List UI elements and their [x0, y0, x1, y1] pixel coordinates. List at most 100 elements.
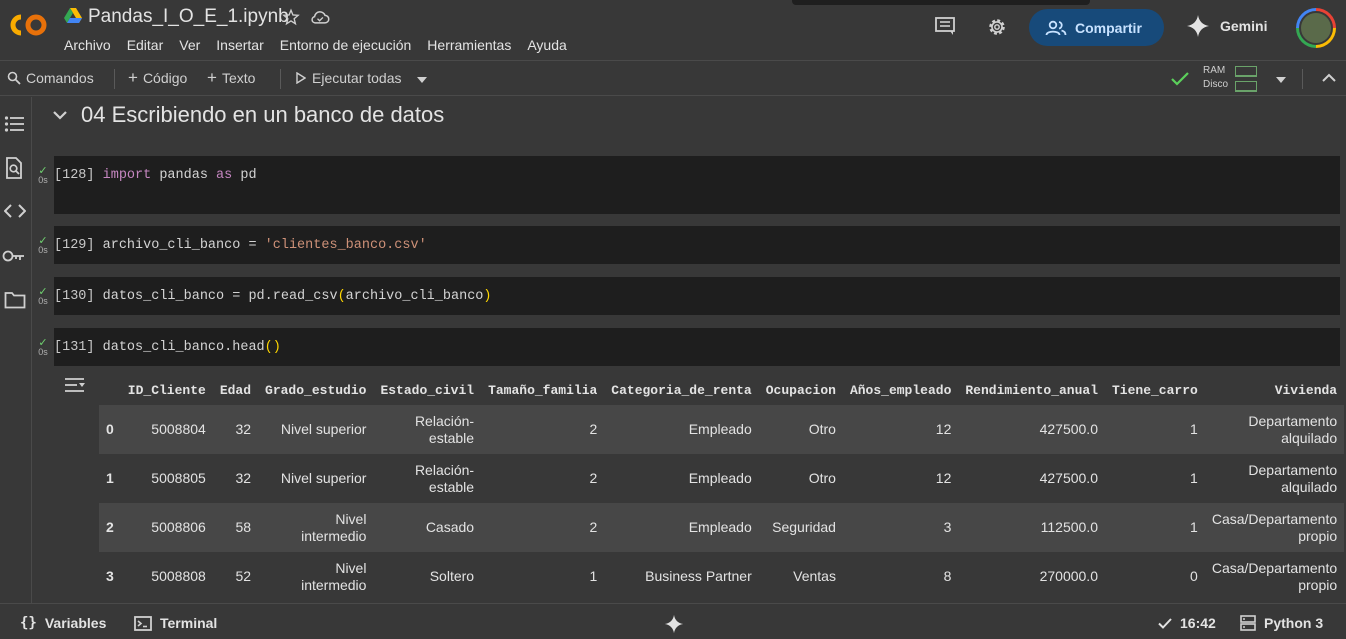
search-icon [7, 71, 21, 85]
column-header: Tiene_carro [1112, 383, 1198, 398]
code-token: () [264, 340, 281, 355]
table-cell: 5008804 [120, 405, 213, 454]
column-header [99, 376, 121, 405]
menu-ver[interactable]: Ver [179, 37, 200, 53]
play-icon [296, 72, 306, 84]
table-cell: 1 [1105, 503, 1205, 552]
resource-monitor[interactable]: RAM Disco [1203, 64, 1228, 92]
commands-label: Comandos [26, 70, 94, 86]
notebook-title[interactable]: Pandas_I_O_E_1.ipynb [88, 6, 289, 28]
secrets-key-icon[interactable] [2, 248, 26, 264]
colab-logo[interactable] [6, 12, 48, 38]
toast-strip [792, 0, 1090, 5]
collapse-chevron-down-icon[interactable] [53, 110, 67, 120]
left-sidebar [0, 97, 32, 603]
cell-code[interactable]: [128] import pandas as pd [54, 168, 257, 183]
disk-meter [1235, 81, 1257, 92]
people-icon [1045, 20, 1067, 35]
menu-herramientas[interactable]: Herramientas [427, 37, 511, 53]
menu-archivo[interactable]: Archivo [64, 37, 111, 53]
comment-icon[interactable] [934, 16, 956, 36]
server-icon [1240, 615, 1256, 631]
column-header: Ocupacion [765, 383, 836, 398]
table-cell: Business Partner [604, 552, 759, 601]
runtime-label: Python 3 [1264, 615, 1324, 631]
table-cell: 112500.0 [958, 503, 1105, 552]
run-options-chevron-icon[interactable] [416, 76, 428, 84]
gemini-button[interactable]: Gemini [1186, 14, 1267, 38]
table-body: 0 5008804 32 Nivel superior Relación-estable… [99, 405, 1345, 601]
menu-entorno[interactable]: Entorno de ejecución [280, 37, 412, 53]
files-folder-icon[interactable] [4, 291, 26, 309]
resources-dropdown-icon[interactable] [1275, 76, 1287, 84]
table-cell: Soltero [373, 552, 482, 601]
check-icon [1158, 617, 1172, 629]
gemini-sparkle-icon[interactable] [664, 614, 684, 634]
variables-button[interactable]: {} Variables [20, 615, 106, 631]
code-cell[interactable]: [131] datos_cli_banco.head() [54, 328, 1340, 366]
section-title: 04 Escribiendo en un banco de datos [81, 102, 445, 127]
gemini-sparkle-icon [1187, 15, 1209, 37]
table-cell: 12 [842, 405, 959, 454]
star-icon[interactable] [282, 8, 300, 26]
column-header: Grado_estudio [265, 383, 367, 398]
table-cell: 427500.0 [958, 454, 1105, 503]
table-cell: Seguridad [758, 503, 843, 552]
code-token: as [216, 168, 233, 183]
menu-editar[interactable]: Editar [127, 37, 164, 53]
execution-status[interactable]: 16:42 [1158, 615, 1216, 631]
row-index: 3 [99, 552, 121, 601]
notebook-toolbar: Comandos + Código + Texto Ejecutar todas… [0, 60, 1346, 96]
row-index: 2 [99, 503, 121, 552]
code-snippets-icon[interactable] [4, 203, 26, 219]
add-code-button[interactable]: + Código [128, 69, 187, 86]
output-actions-icon[interactable] [64, 377, 86, 393]
table-cell: Otro [758, 405, 843, 454]
cell-code[interactable]: [130] datos_cli_banco = pd.read_csv(arch… [54, 289, 492, 304]
table-cell: Casa/Departamento propio [1204, 552, 1345, 601]
table-cell: 8 [842, 552, 959, 601]
column-header: Tamaño_familia [488, 383, 598, 398]
find-in-page-icon[interactable] [4, 157, 24, 179]
runtime-button[interactable]: Python 3 [1240, 615, 1323, 631]
cell-status: ✓ 0s [36, 166, 50, 185]
collapse-chevron-up-icon[interactable] [1322, 73, 1336, 83]
toolbar-divider [280, 69, 281, 89]
cell-code[interactable]: [129] archivo_cli_banco = 'clientes_banc… [54, 238, 427, 253]
code-cell[interactable]: [128] import pandas as pd [54, 156, 1340, 214]
notebook-area: 04 Escribiendo en un banco de datos ✓ 0s… [33, 97, 1346, 603]
connected-check-icon[interactable] [1170, 71, 1190, 87]
exec-count: [131] [54, 340, 95, 355]
table-cell: Empleado [604, 503, 759, 552]
code-cell[interactable]: [129] archivo_cli_banco = 'clientes_banc… [54, 226, 1340, 264]
table-cell: Nivel superior [258, 405, 374, 454]
table-row: 1 5008805 32 Nivel superior Relación-estable… [99, 454, 1345, 503]
menu-ayuda[interactable]: Ayuda [527, 37, 566, 53]
settings-gear-icon[interactable] [986, 16, 1008, 38]
table-cell: 1 [481, 552, 605, 601]
code-cell[interactable]: [130] datos_cli_banco = pd.read_csv(arch… [54, 277, 1340, 315]
run-all-button[interactable]: Ejecutar todas [296, 70, 402, 86]
cloud-saved-icon[interactable] [310, 8, 330, 26]
column-header: Categoria_de_renta [611, 383, 752, 398]
terminal-label: Terminal [160, 615, 218, 631]
column-header: Años_empleado [849, 383, 952, 398]
share-button[interactable]: Compartir [1029, 9, 1164, 46]
section-heading[interactable]: 04 Escribiendo en un banco de datos [53, 102, 444, 128]
menu-insertar[interactable]: Insertar [216, 37, 263, 53]
user-avatar[interactable] [1296, 8, 1336, 48]
commands-button[interactable]: Comandos [7, 70, 94, 86]
exec-time: 0s [38, 296, 48, 306]
table-cell: 2 [481, 454, 605, 503]
table-of-contents-icon[interactable] [4, 115, 26, 133]
add-text-button[interactable]: + Texto [207, 68, 255, 87]
table-cell: 58 [212, 503, 259, 552]
terminal-button[interactable]: Terminal [134, 615, 217, 631]
cell-code[interactable]: [131] datos_cli_banco.head() [54, 340, 281, 355]
plus-icon: + [207, 68, 217, 87]
drive-icon[interactable] [64, 8, 82, 24]
column-header: Vivienda [1274, 383, 1338, 398]
table-header-row: ID_Cliente Edad Grado_estudio Estado_civ… [99, 376, 1344, 405]
run-all-label: Ejecutar todas [312, 70, 402, 86]
table-cell: 2 [481, 503, 605, 552]
